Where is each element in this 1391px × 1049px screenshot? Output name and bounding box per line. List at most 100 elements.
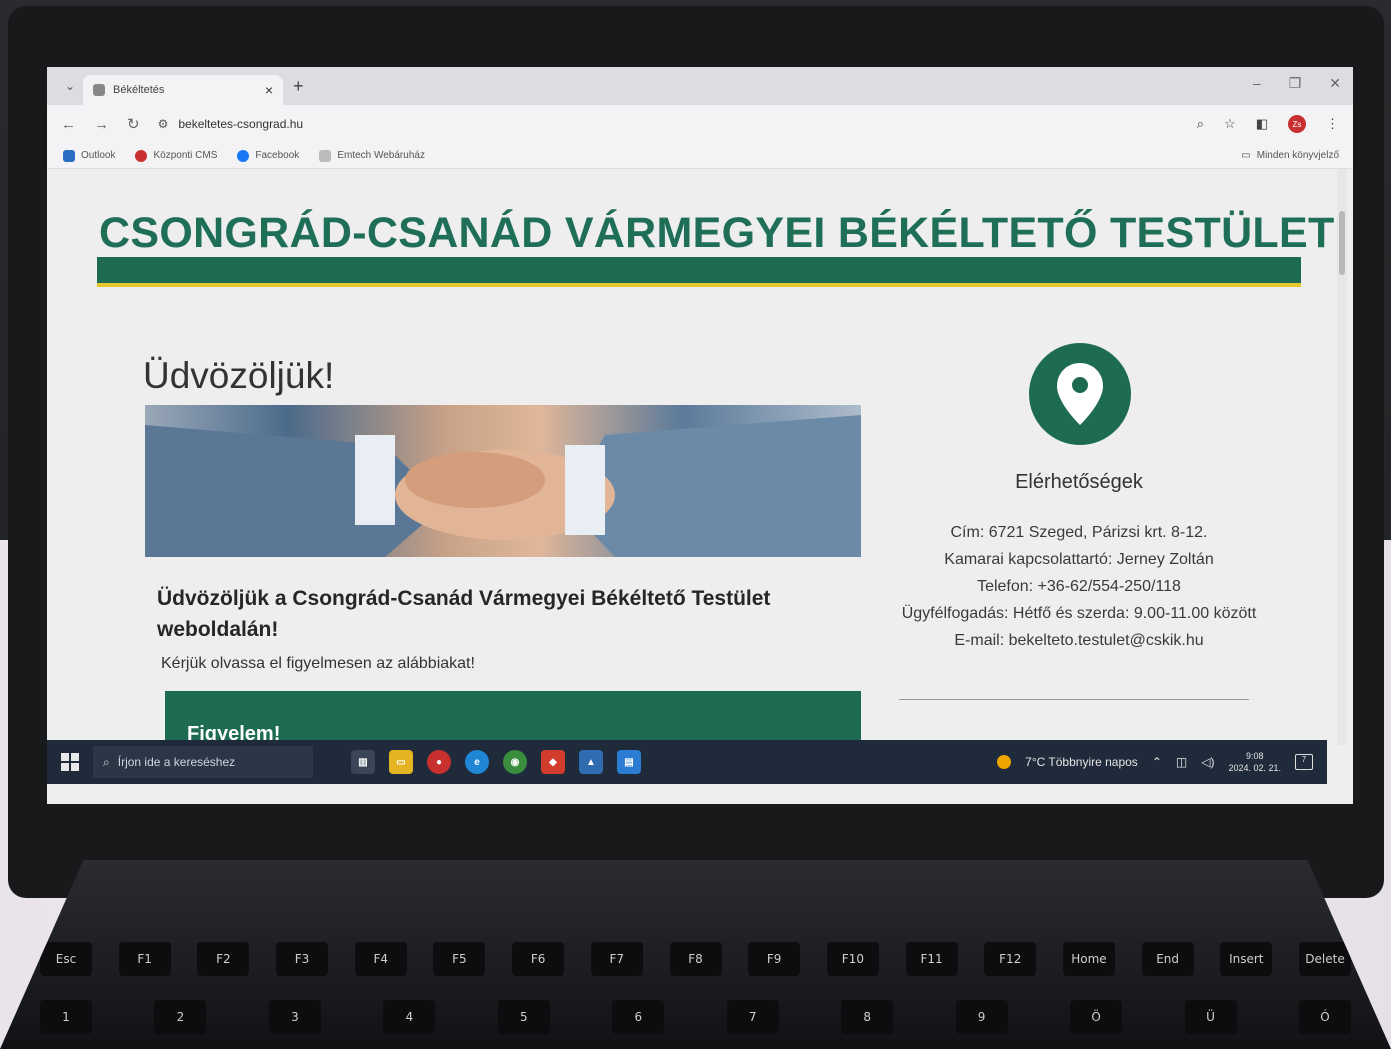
bookmark-outlook[interactable]: Outlook <box>63 149 115 162</box>
site-title: CSONGRÁD-CSANÁD VÁRMEGYEI BÉKÉLTETŐ TEST… <box>99 209 1335 257</box>
clock[interactable]: 9:08 2024. 02. 21. <box>1228 750 1281 774</box>
bookmark-emtech[interactable]: Emtech Webáruház <box>319 149 425 162</box>
tab-favicon-icon <box>93 84 105 96</box>
function-key: F12 <box>984 942 1037 976</box>
photos-icon[interactable]: ▲ <box>579 750 603 774</box>
new-tab-icon[interactable]: + <box>293 76 304 97</box>
header-green-band <box>97 257 1301 283</box>
minimize-icon[interactable]: – <box>1253 75 1261 92</box>
menu-dots-icon[interactable]: ⋮ <box>1326 116 1339 132</box>
function-key: End <box>1141 942 1194 976</box>
page-scrollbar[interactable] <box>1337 169 1347 745</box>
contact-address: Cím: 6721 Szeged, Párizsi krt. 8-12. <box>950 524 1208 541</box>
taskbar-apps: ▥ ▭ ● e ◉ ◆ ▲ ▤ <box>351 750 641 774</box>
profile-avatar[interactable]: Zs <box>1288 115 1306 133</box>
function-key: F7 <box>590 942 643 976</box>
function-key: F6 <box>512 942 565 976</box>
toolbar-icons: ⌕ ☆ ◧ Zs ⋮ <box>1197 115 1339 133</box>
task-view-icon[interactable]: ▥ <box>351 750 375 774</box>
web-page: CSONGRÁD-CSANÁD VÁRMEGYEI BÉKÉLTETŐ TEST… <box>47 169 1353 751</box>
clock-date: 2024. 02. 21. <box>1228 763 1281 773</box>
network-icon[interactable]: ◫ <box>1176 755 1187 769</box>
contact-details: Cím: 6721 Szeged, Párizsi krt. 8-12. Kam… <box>889 519 1269 654</box>
bookmarks-bar: Outlook Központi CMS Facebook Emtech Web… <box>47 143 1353 169</box>
window-controls: – ❐ ✕ <box>1253 75 1341 92</box>
number-key: 8 <box>841 1000 894 1034</box>
function-key: F1 <box>118 942 171 976</box>
function-key: F5 <box>433 942 486 976</box>
handshake-image <box>145 405 861 557</box>
cms-app-icon[interactable]: ● <box>427 750 451 774</box>
facebook-icon <box>237 149 250 162</box>
bookmark-facebook[interactable]: Facebook <box>237 149 299 162</box>
taskbar-search[interactable]: ⌕ Írjon ide a kereséshez <box>93 746 313 778</box>
file-explorer-icon[interactable]: ▭ <box>389 750 413 774</box>
intro-text: Kérjük olvassa el figyelmesen az alábbia… <box>161 655 475 672</box>
function-key: F4 <box>354 942 407 976</box>
reload-icon[interactable]: ↻ <box>127 115 140 133</box>
tray-chevron-icon[interactable]: ⌃ <box>1152 755 1162 769</box>
function-key: F10 <box>826 942 879 976</box>
number-key: Ö <box>1070 1000 1123 1034</box>
emtech-icon <box>319 149 332 162</box>
system-tray: 7°C Többnyire napos ⌃ ◫ ◁) 9:08 2024. 02… <box>997 750 1313 774</box>
number-key: 2 <box>154 1000 207 1034</box>
function-key: F11 <box>905 942 958 976</box>
contact-email[interactable]: E-mail: bekelteto.testulet@cskik.hu <box>889 627 1269 654</box>
tab-close-icon[interactable]: × <box>265 82 273 98</box>
bookmark-cms[interactable]: Központi CMS <box>135 149 217 162</box>
weather-text[interactable]: 7°C Többnyire napos <box>1025 755 1138 769</box>
laptop-screen: ⌄ Békéltetés × + – ❐ ✕ ← → ↻ ⚙ bekeltete… <box>47 67 1353 804</box>
contact-title: Elérhetőségek <box>1015 471 1143 493</box>
app-dc-icon[interactable]: ◆ <box>541 750 565 774</box>
function-key: F3 <box>276 942 329 976</box>
function-key: F9 <box>748 942 801 976</box>
tab-search-icon[interactable]: ⌄ <box>57 79 83 93</box>
number-key: 3 <box>268 1000 321 1034</box>
contact-divider <box>899 699 1249 700</box>
folder-icon: ▭ <box>1241 150 1251 161</box>
contact-hours: Ügyfélfogadás: Hétfő és szerda: 9.00-11.… <box>901 605 1257 622</box>
function-key: F8 <box>669 942 722 976</box>
weather-icon[interactable] <box>997 755 1012 769</box>
keyboard-fn-row: Esc F1 F2 F3 F4 F5 F6 F7 F8 F9 F10 F11 F12 Home End Ins… <box>40 942 1351 976</box>
cms-icon <box>135 149 148 162</box>
start-button[interactable] <box>61 753 79 771</box>
scrollbar-thumb[interactable] <box>1339 211 1345 275</box>
back-icon[interactable]: ← <box>61 116 76 133</box>
browser-tabbar: ⌄ Békéltetés × + – ❐ ✕ <box>47 67 1353 105</box>
keyboard-number-row: 1 2 3 4 5 6 7 8 9 Ö Ü Ó <box>40 1000 1351 1034</box>
contact-liaison: Kamarai kapcsolattartó: Jerney Zoltán <box>944 551 1214 568</box>
browser-tab[interactable]: Békéltetés × <box>83 75 283 105</box>
forward-icon[interactable]: → <box>94 116 109 133</box>
laptop-keyboard: Esc F1 F2 F3 F4 F5 F6 F7 F8 F9 F10 F11 F12 Home End Ins… <box>0 860 1391 1049</box>
number-key: 5 <box>497 1000 550 1034</box>
side-panel-icon[interactable]: ◧ <box>1256 116 1268 132</box>
bookmark-star-icon[interactable]: ☆ <box>1224 116 1236 132</box>
function-key: F2 <box>197 942 250 976</box>
volume-icon[interactable]: ◁) <box>1201 755 1214 769</box>
header-yellow-line <box>97 283 1301 287</box>
browser-toolbar: ← → ↻ ⚙ bekeltetes-csongrad.hu ⌕ ☆ ◧ Zs … <box>47 105 1353 143</box>
number-key: 6 <box>612 1000 665 1034</box>
document-icon[interactable]: ▤ <box>617 750 641 774</box>
edge-icon[interactable]: e <box>465 750 489 774</box>
zoom-icon[interactable]: ⌕ <box>1197 116 1204 132</box>
notification-icon[interactable]: 7 <box>1295 754 1313 770</box>
handshake-illustration <box>145 415 861 557</box>
address-bar[interactable]: ⚙ bekeltetes-csongrad.hu <box>158 117 1179 131</box>
function-key: Insert <box>1220 942 1273 976</box>
chrome-icon[interactable]: ◉ <box>503 750 527 774</box>
site-info-icon[interactable]: ⚙ <box>158 117 169 131</box>
number-key: 9 <box>955 1000 1008 1034</box>
welcome-heading: Üdvözöljük! <box>143 355 335 396</box>
all-bookmarks[interactable]: ▭ Minden könyvjelző <box>1241 150 1339 161</box>
number-key: 1 <box>40 1000 92 1034</box>
function-key: Home <box>1062 942 1115 976</box>
map-marker-icon <box>1057 363 1103 425</box>
number-key: 7 <box>726 1000 779 1034</box>
restore-icon[interactable]: ❐ <box>1289 75 1302 92</box>
number-key: Ó <box>1298 1000 1351 1034</box>
taskbar-search-placeholder: Írjon ide a kereséshez <box>117 755 236 769</box>
close-window-icon[interactable]: ✕ <box>1329 75 1341 92</box>
